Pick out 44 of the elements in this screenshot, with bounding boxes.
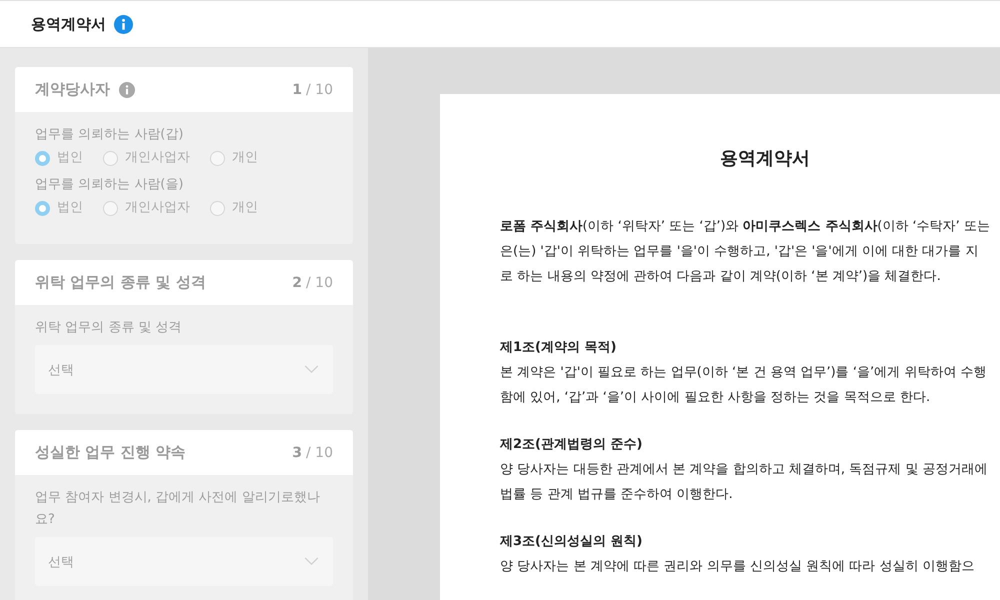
radio-option[interactable]: 법인 <box>35 148 83 168</box>
info-icon[interactable] <box>119 82 135 98</box>
article-heading: 제1조(계약의 목적) <box>500 339 618 357</box>
radio-option[interactable]: 개인사업자 <box>103 148 190 168</box>
field-label: 업무를 의뢰하는 사람(을) <box>35 176 184 194</box>
radio-button[interactable] <box>103 200 118 216</box>
field-label: 업무를 의뢰하는 사람(갑) <box>35 126 184 144</box>
section-title: 계약당사자 <box>35 80 110 99</box>
select-dropdown[interactable]: 선택 <box>35 537 333 586</box>
document-text: 함에 있어, ‘갑’과 ‘을’이 사이에 필요한 사항을 정하는 것을 목적으로 한다. <box>500 389 932 407</box>
document-text: 양 당사자는 대등한 관계에서 본 계약을 합의하고 체결하며, 독점규제 및 공정거래에 <box>500 461 988 479</box>
chevron-icon <box>304 557 319 566</box>
document-text: 본 계약은 '갑'이 필요로 하는 업무(이하 ‘본 건 용역 업무’)를 ‘을’에게 위탁하여 수행 <box>500 364 988 382</box>
radio-option[interactable]: 개인 <box>210 198 258 218</box>
section-title: 성실한 업무 진행 약속 <box>35 443 186 462</box>
step-total: / 10 <box>306 444 333 460</box>
radio-option[interactable]: 개인 <box>210 148 258 168</box>
select-dropdown[interactable]: 선택 <box>35 345 333 394</box>
field-label: 업무 참여자 변경시, 갑에게 사전에 알리기로했나요? <box>35 489 321 529</box>
radio-button[interactable] <box>210 150 225 166</box>
step-number: 1 <box>292 82 302 98</box>
step-number: 2 <box>292 274 302 290</box>
radio-option[interactable]: 개인사업자 <box>103 198 190 218</box>
document-text: 양 당사자는 본 계약에 따른 권리와 의무를 신의성실 원칙에 따라 성실히 이행함으 <box>500 558 976 576</box>
radio-button[interactable] <box>210 200 225 216</box>
radio-option[interactable]: 법인 <box>35 198 83 218</box>
document-title: 용역계약서 <box>720 147 811 170</box>
page-title: 용역계약서 <box>31 14 106 34</box>
field-label: 위탁 업무의 종류 및 성격 <box>35 319 183 337</box>
step-total: / 10 <box>306 274 333 290</box>
step-total: / 10 <box>306 82 333 98</box>
document-text: 법률 등 관계 법규를 준수하여 이행한다. <box>500 486 734 504</box>
radio-button[interactable] <box>35 200 50 216</box>
radio-button[interactable] <box>35 150 50 166</box>
chevron-icon <box>304 365 319 374</box>
radio-button[interactable] <box>103 150 118 166</box>
document-text: 로 하는 내용의 약정에 관하여 다음과 같이 계약(이하 ‘본 계약’)을 체결한다. <box>500 268 942 286</box>
step-number: 3 <box>292 444 302 460</box>
article-heading: 제2조(관계법령의 준수) <box>500 436 644 454</box>
document-text: 로폼 주식회사(이하 ‘위탁자’ 또는 ‘갑’)와 아미쿠스렉스 주식회사(이하 ‘수탁자’ 또는 <box>500 218 991 236</box>
article-heading: 제3조(신의성실의 원칙) <box>500 533 644 551</box>
document-text: 은(는) '갑'이 위탁하는 업무를 '을'이 수행하고, '갑'은 '을'에게 이에 대한 대가를 지 <box>500 243 980 261</box>
info-icon[interactable] <box>114 14 133 34</box>
section-title: 위탁 업무의 종류 및 성격 <box>35 273 206 292</box>
